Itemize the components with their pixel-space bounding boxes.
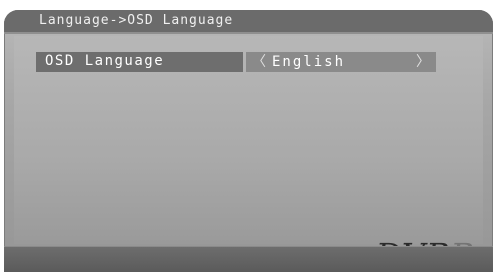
settings-panel: OSD Language 〈 English 〉 DVBB	[14, 36, 483, 272]
osd-window: Language->OSD Language OSD Language 〈 En…	[4, 10, 493, 272]
setting-label: OSD Language	[45, 53, 165, 69]
language-selector[interactable]: 〈 English 〉	[246, 52, 436, 72]
breadcrumb-bar: Language->OSD Language	[4, 10, 493, 34]
page-top-strip	[0, 0, 499, 10]
bottom-band	[4, 246, 493, 272]
chevron-left-icon[interactable]: 〈	[252, 52, 266, 72]
chevron-right-icon[interactable]: 〉	[416, 52, 430, 72]
setting-row-osd-language[interactable]: OSD Language	[36, 52, 243, 72]
breadcrumb: Language->OSD Language	[39, 13, 234, 28]
language-value: English	[272, 54, 346, 70]
